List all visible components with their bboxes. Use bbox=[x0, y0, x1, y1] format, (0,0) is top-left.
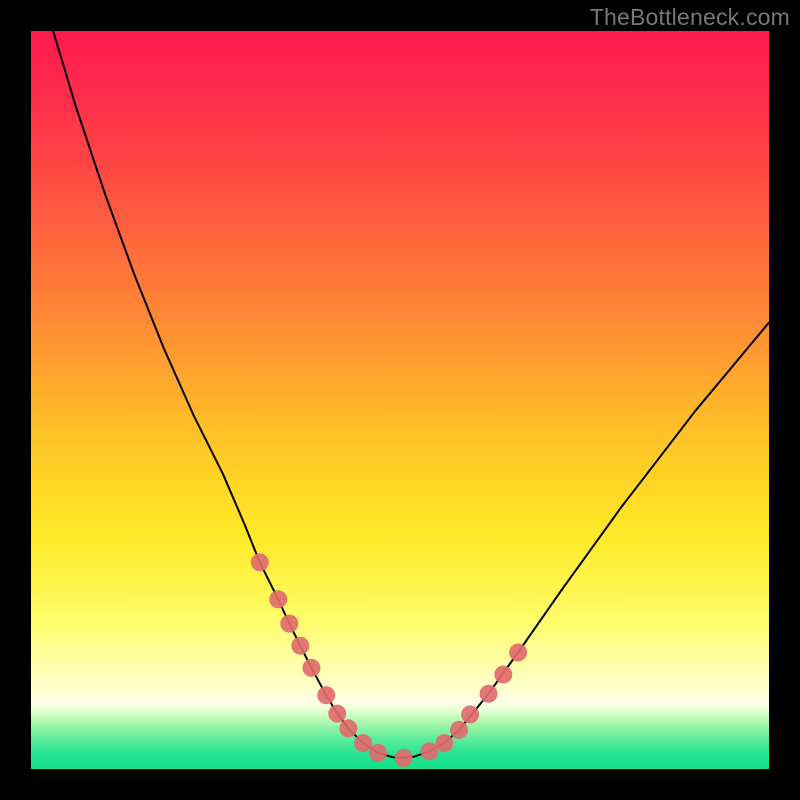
data-point bbox=[302, 659, 320, 677]
data-point bbox=[317, 686, 335, 704]
data-point bbox=[494, 666, 512, 684]
watermark-text: TheBottleneck.com bbox=[590, 4, 790, 31]
data-point bbox=[369, 744, 387, 762]
data-point bbox=[291, 637, 309, 655]
bottleneck-curve bbox=[53, 31, 769, 758]
data-point bbox=[509, 643, 527, 661]
chart-overlay bbox=[31, 31, 769, 769]
data-point bbox=[339, 719, 357, 737]
data-point bbox=[435, 734, 453, 752]
data-point bbox=[251, 553, 269, 571]
data-point-markers bbox=[251, 553, 527, 767]
data-point bbox=[328, 705, 346, 723]
chart-frame: TheBottleneck.com bbox=[0, 0, 800, 800]
data-point bbox=[480, 685, 498, 703]
data-point bbox=[461, 705, 479, 723]
data-point bbox=[354, 734, 372, 752]
data-point bbox=[280, 615, 298, 633]
data-point bbox=[450, 721, 468, 739]
data-point bbox=[395, 749, 413, 767]
data-point bbox=[269, 590, 287, 608]
